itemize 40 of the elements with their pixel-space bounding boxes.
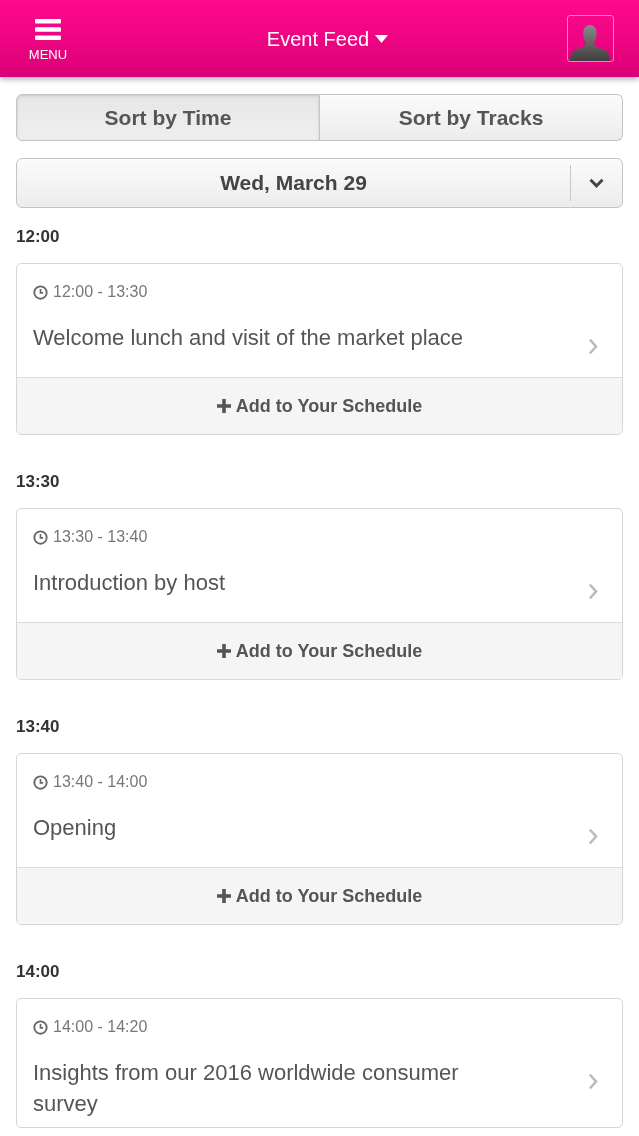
menu-icon bbox=[35, 19, 61, 40]
chevron-down-icon bbox=[589, 178, 604, 188]
session-time: 12:00 - 13:30 bbox=[53, 282, 148, 302]
session-title: Insights from our 2016 worldwide consumer survey bbox=[33, 1059, 460, 1118]
caret-down-icon bbox=[375, 34, 389, 43]
session-title: Introduction by host bbox=[33, 569, 226, 597]
plus-icon bbox=[216, 399, 231, 413]
feed-dropdown[interactable]: Event Feed bbox=[266, 26, 389, 51]
chevron-right-icon bbox=[588, 828, 598, 845]
clock-icon bbox=[33, 1019, 48, 1035]
chevron-right-icon bbox=[588, 338, 598, 355]
time-heading: 12:00 bbox=[16, 227, 61, 247]
session-card[interactable]: 13:40 - 14:00 Opening Add to Your Schedule bbox=[16, 753, 623, 925]
sort-tab[interactable]: Sort by Time bbox=[16, 94, 320, 141]
chevron-right-icon bbox=[588, 583, 598, 600]
time-heading: 14:00 bbox=[16, 962, 61, 982]
date-select[interactable]: Wed, March 29 bbox=[16, 158, 623, 208]
time-heading: 13:40 bbox=[16, 717, 61, 737]
sort-tab[interactable]: Sort by Tracks bbox=[320, 94, 623, 141]
session-title: Welcome lunch and visit of the market place bbox=[33, 324, 465, 352]
menu-button[interactable]: MENU bbox=[26, 15, 70, 62]
clock-icon bbox=[33, 774, 48, 790]
add-to-schedule-button[interactable]: Add to Your Schedule bbox=[17, 622, 622, 679]
session-card[interactable]: 14:00 - 14:20 Insights from our 2016 worldwide consumer survey bbox=[16, 998, 623, 1128]
plus-icon bbox=[216, 889, 231, 903]
add-to-schedule-button[interactable]: Add to Your Schedule bbox=[17, 377, 622, 434]
session-time: 13:40 - 14:00 bbox=[53, 772, 148, 792]
add-to-schedule-button[interactable]: Add to Your Schedule bbox=[17, 867, 622, 924]
avatar-button[interactable] bbox=[567, 15, 614, 62]
clock-icon bbox=[33, 529, 48, 545]
session-time: 13:30 - 13:40 bbox=[53, 527, 148, 547]
plus-icon bbox=[216, 644, 231, 658]
session-card[interactable]: 13:30 - 13:40 Introduction by host Add to Your Schedule bbox=[16, 508, 623, 680]
session-title: Opening bbox=[33, 814, 118, 842]
session-card[interactable]: 12:00 - 13:30 Welcome lunch and visit of the market place Add to Your Schedule bbox=[16, 263, 623, 435]
session-time: 14:00 - 14:20 bbox=[53, 1017, 148, 1037]
time-heading: 13:30 bbox=[16, 472, 61, 492]
user-silhouette-icon bbox=[570, 23, 611, 61]
chevron-right-icon bbox=[588, 1073, 598, 1090]
clock-icon bbox=[33, 284, 48, 300]
